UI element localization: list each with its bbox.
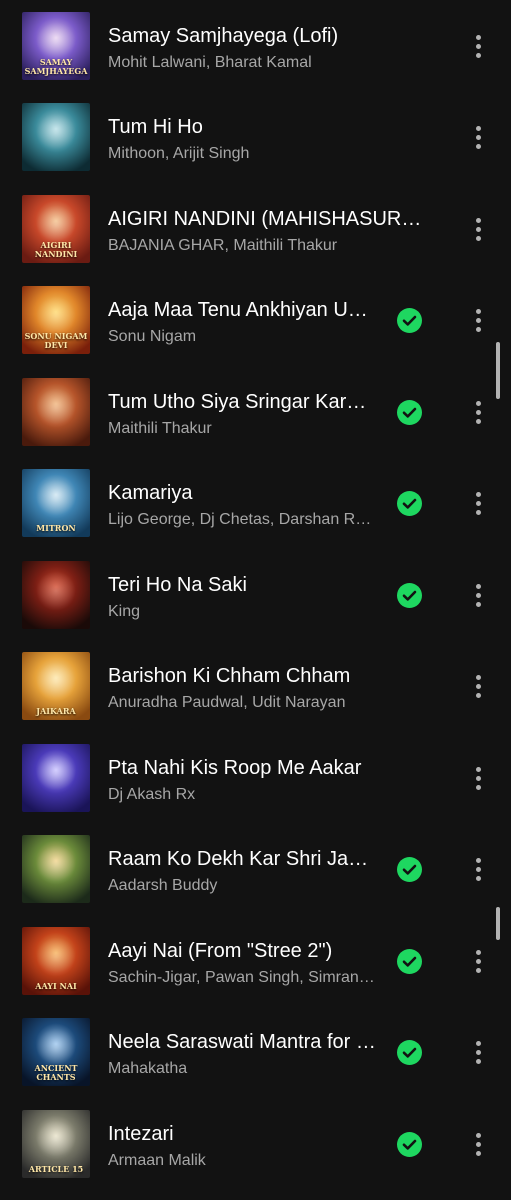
album-art-aayi-nai: Aayi nai bbox=[22, 926, 90, 995]
album-art-raam-ko-dekh-kar bbox=[22, 834, 90, 903]
more-options-icon[interactable] bbox=[463, 120, 493, 154]
track-title: Raam Ko Dekh Kar Shri Janak Nandini bbox=[108, 848, 376, 870]
album-art-highlight bbox=[36, 936, 76, 977]
scrollbar-thumb[interactable] bbox=[496, 907, 500, 940]
album-art-highlight bbox=[36, 1119, 76, 1160]
track-artist: Mahakatha bbox=[108, 1060, 188, 1077]
more-options-icon[interactable] bbox=[463, 212, 493, 246]
track-title: Pta Nahi Kis Roop Me Aakar bbox=[108, 757, 362, 779]
album-art-caption: Jaikara bbox=[36, 705, 76, 716]
track-artist: Anuradha Paudwal, Udit Narayan bbox=[108, 694, 346, 711]
album-art-mitron: Mitron bbox=[22, 468, 90, 537]
downloaded-check-icon bbox=[397, 1131, 422, 1157]
album-art-highlight bbox=[36, 21, 76, 62]
album-art-highlight bbox=[36, 661, 76, 702]
more-options-icon[interactable] bbox=[463, 29, 493, 63]
album-art-highlight bbox=[36, 204, 76, 245]
album-art-highlight bbox=[36, 1027, 76, 1068]
track-row[interactable]: Mitron Kamariya Lijo George, Dj Chetas, Da… bbox=[0, 457, 511, 548]
track-artist: Aadarsh Buddy bbox=[108, 877, 218, 894]
album-art-highlight bbox=[36, 112, 76, 153]
track-artist: Sonu Nigam bbox=[108, 328, 197, 345]
album-art-caption: Ancient Chants bbox=[34, 1062, 78, 1082]
track-artist: Maithili Thakur bbox=[108, 420, 212, 437]
scrollbar-thumb[interactable] bbox=[496, 342, 500, 399]
album-art-highlight bbox=[36, 387, 76, 428]
album-art-teri-ho-na-saki bbox=[22, 560, 90, 629]
album-art-jaikara: Jaikara bbox=[22, 651, 90, 720]
track-artist: Sachin-Jigar, Pawan Singh, Simran Choudh… bbox=[108, 969, 376, 986]
track-artist: BAJANIA GHAR, Maithili Thakur bbox=[108, 237, 338, 254]
album-art-caption: Aigiri Nandini bbox=[34, 239, 78, 259]
more-options-icon[interactable] bbox=[463, 395, 493, 429]
track-row[interactable]: Samay Samjhayega Samay Samjhayega (Lofi) M… bbox=[0, 0, 511, 91]
album-art-caption: Article 15 bbox=[28, 1163, 84, 1174]
track-row[interactable]: Tum Utho Siya Sringar Karo Na Maithili Th… bbox=[0, 366, 511, 457]
track-title: Teri Ho Na Saki bbox=[108, 574, 247, 596]
track-list: Samay Samjhayega Samay Samjhayega (Lofi) M… bbox=[0, 0, 511, 1200]
more-options-icon[interactable] bbox=[463, 761, 493, 795]
track-title: Tum Hi Ho bbox=[108, 116, 203, 138]
downloaded-check-icon bbox=[397, 582, 422, 608]
more-options-icon[interactable] bbox=[463, 669, 493, 703]
track-row[interactable]: Article 15 Intezari Armaan Malik bbox=[0, 1098, 511, 1189]
track-row[interactable]: Jaikara Barishon Ki Chham Chham Anuradha P… bbox=[0, 640, 511, 731]
track-artist: Lijo George, Dj Chetas, Darshan Raval bbox=[108, 511, 376, 528]
more-options-icon[interactable] bbox=[463, 486, 493, 520]
album-art-ancient-chants: Ancient Chants bbox=[22, 1017, 90, 1086]
track-row[interactable]: Pta Nahi Kis Roop Me Aakar Dj Akash Rx bbox=[0, 732, 511, 823]
downloaded-check-icon bbox=[397, 1039, 422, 1065]
more-options-icon[interactable] bbox=[463, 578, 493, 612]
track-row[interactable]: Teri Ho Na Saki King bbox=[0, 549, 511, 640]
album-art-article-15: Article 15 bbox=[22, 1109, 90, 1178]
album-art-highlight bbox=[36, 844, 76, 885]
album-art-caption: Aayi nai bbox=[35, 980, 77, 991]
track-title: AIGIRI NANDINI (MAHISHASURMARDINI STOTRA… bbox=[108, 208, 436, 230]
track-artist: Armaan Malik bbox=[108, 1152, 206, 1169]
track-title: Aayi Nai (From "Stree 2") bbox=[108, 940, 333, 962]
more-options-icon[interactable] bbox=[463, 303, 493, 337]
track-row[interactable]: Tum Hi Ho Mithoon, Arijit Singh bbox=[0, 91, 511, 182]
track-row[interactable]: Sonu Nigam Devi Aaja Maa Tenu Ankhiyan Ud… bbox=[0, 274, 511, 365]
track-title: Samay Samjhayega (Lofi) bbox=[108, 25, 339, 47]
more-options-icon[interactable] bbox=[463, 1127, 493, 1161]
track-title: Kamariya bbox=[108, 482, 193, 504]
album-art-highlight bbox=[36, 478, 76, 519]
album-art-highlight bbox=[36, 295, 76, 336]
track-title: Intezari bbox=[108, 1123, 174, 1145]
track-artist: Dj Akash Rx bbox=[108, 786, 196, 803]
album-art-sonu-nigam-devi-bhajans: Sonu Nigam Devi bbox=[22, 285, 90, 354]
album-art-tum-utho-siya bbox=[22, 377, 90, 446]
downloaded-check-icon bbox=[397, 856, 422, 882]
track-title: Tum Utho Siya Sringar Karo Na bbox=[108, 391, 376, 413]
album-art-pta-nahi-kis-roop bbox=[22, 743, 90, 812]
album-art-caption: Sonu Nigam Devi bbox=[24, 330, 88, 350]
track-artist: Mohit Lalwani, Bharat Kamal bbox=[108, 54, 312, 71]
track-title: Barishon Ki Chham Chham bbox=[108, 665, 351, 687]
track-row[interactable]: Raam Ko Dekh Kar Shri Janak Nandini Aadar… bbox=[0, 823, 511, 914]
album-art-caption: Samay Samjhayega bbox=[24, 56, 88, 76]
downloaded-check-icon bbox=[397, 399, 422, 425]
album-art-aigiri-nandini: Aigiri Nandini bbox=[22, 194, 90, 263]
track-title: Aaja Maa Tenu Ankhiyan Udeek Diyan bbox=[108, 299, 376, 321]
more-options-icon[interactable] bbox=[463, 1035, 493, 1069]
album-art-highlight bbox=[36, 753, 76, 794]
more-options-icon[interactable] bbox=[463, 852, 493, 886]
album-art-aashiqui-2 bbox=[22, 102, 90, 171]
downloaded-check-icon bbox=[397, 948, 422, 974]
track-row[interactable]: Ancient Chants Neela Saraswati Mantra for… bbox=[0, 1006, 511, 1097]
album-art-caption: Mitron bbox=[36, 522, 76, 533]
track-row[interactable]: Aigiri Nandini AIGIRI NANDINI (MAHISHASUR… bbox=[0, 183, 511, 274]
downloaded-check-icon bbox=[397, 307, 422, 333]
album-art-highlight bbox=[36, 570, 76, 611]
track-title: Neela Saraswati Mantra for Wisdom bbox=[108, 1031, 376, 1053]
track-row[interactable]: Aayi nai Aayi Nai (From "Stree 2") Sachin-… bbox=[0, 915, 511, 1006]
downloaded-check-icon bbox=[397, 490, 422, 516]
more-options-icon[interactable] bbox=[463, 944, 493, 978]
track-artist: King bbox=[108, 603, 141, 620]
track-artist: Mithoon, Arijit Singh bbox=[108, 145, 250, 162]
album-art-samay-samjhayega: Samay Samjhayega bbox=[22, 11, 90, 80]
